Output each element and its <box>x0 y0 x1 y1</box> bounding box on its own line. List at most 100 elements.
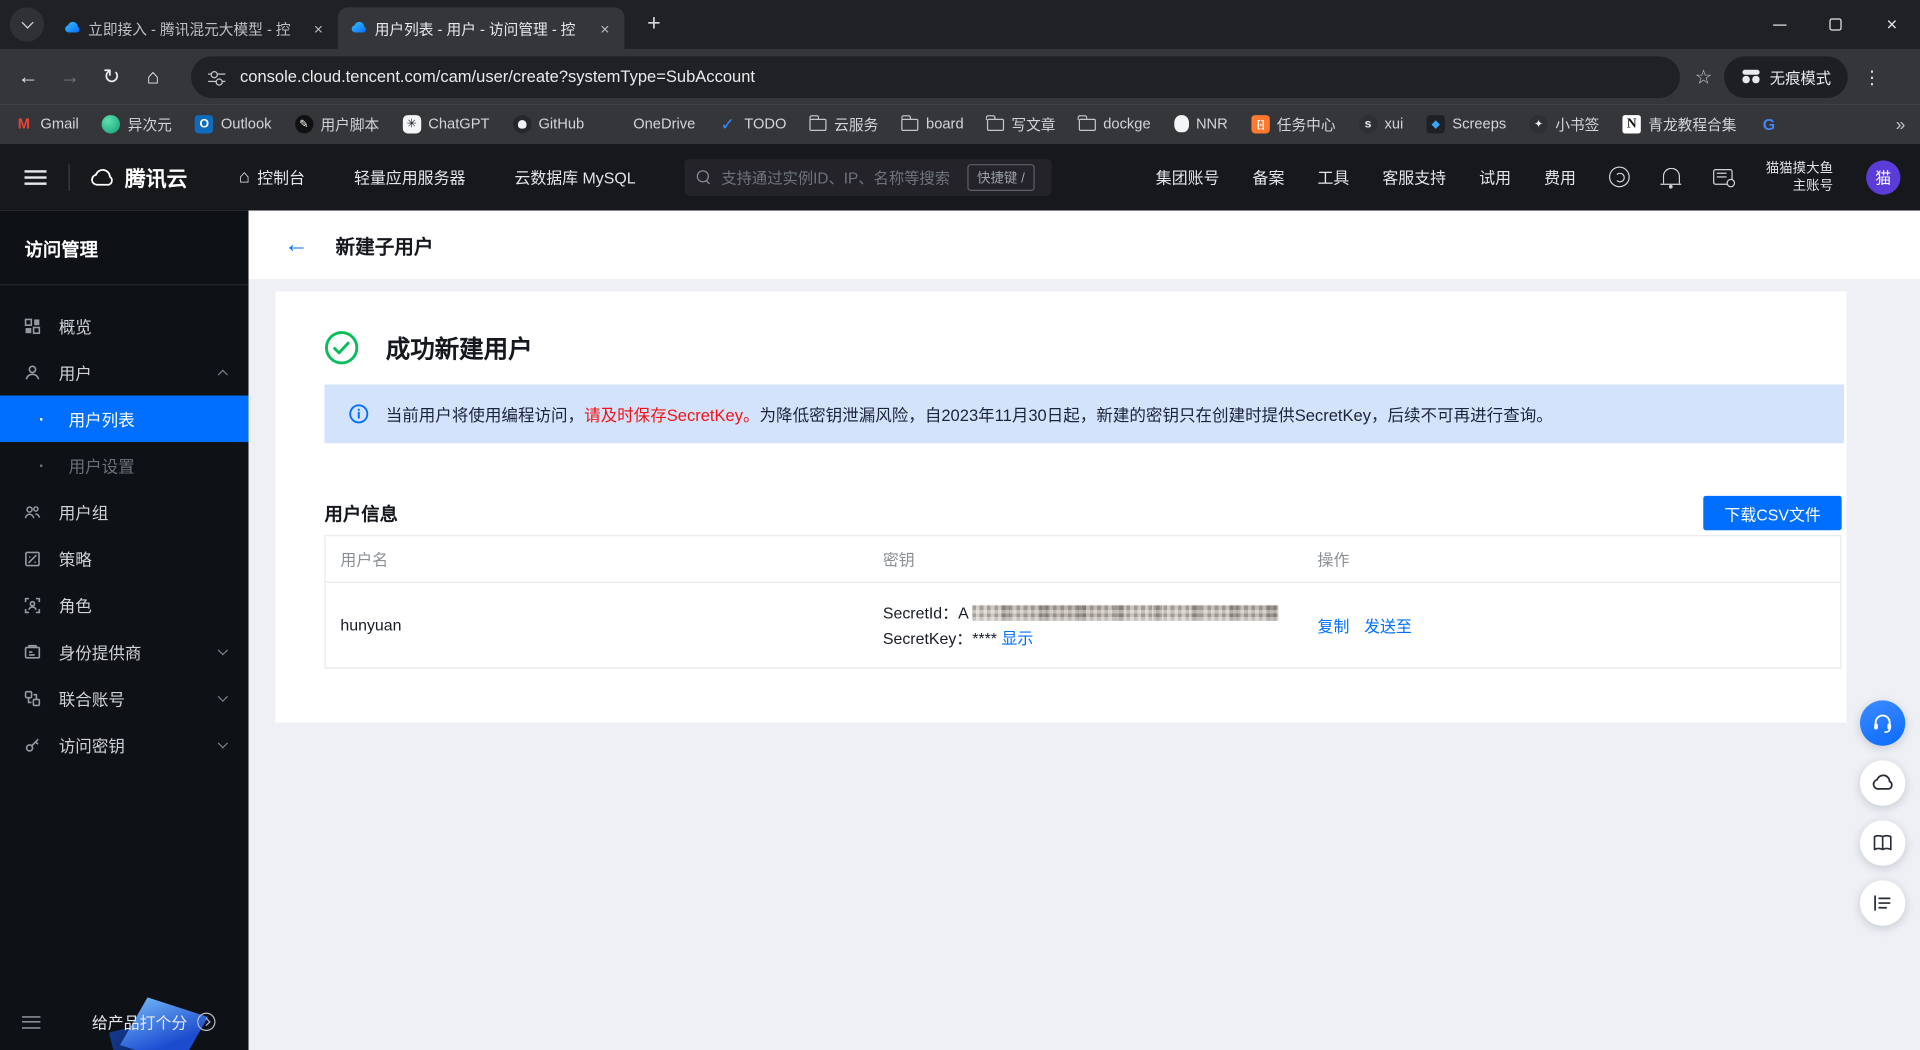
chevron-up-icon <box>217 369 229 380</box>
gem-icon <box>1426 114 1445 133</box>
nav-billing[interactable]: 费用 <box>1544 165 1576 188</box>
bookmarks-overflow-icon[interactable]: » <box>1896 114 1906 134</box>
nav-mysql[interactable]: 云数据库 MySQL <box>514 165 635 188</box>
download-csv-button[interactable]: 下载CSV文件 <box>1703 495 1842 531</box>
reload-icon[interactable]: ↻ <box>91 64 133 88</box>
cloud-assistant-button[interactable] <box>1860 760 1906 806</box>
bookmark-tasks[interactable]: 任务中心 <box>1251 113 1336 134</box>
back-icon[interactable]: ← <box>7 64 49 88</box>
nav-trial[interactable]: 试用 <box>1479 165 1511 188</box>
maximize-button[interactable] <box>1807 0 1863 49</box>
chevron-down-icon <box>217 690 229 702</box>
bookmark-xui[interactable]: xui <box>1358 114 1403 133</box>
sidebar-item-policies[interactable]: 策略 <box>0 535 249 582</box>
rate-product-link[interactable]: 给产品打个分 <box>92 1010 216 1033</box>
send-to-link[interactable]: 发送至 <box>1364 613 1412 636</box>
bookmark-screeps[interactable]: Screeps <box>1426 114 1506 133</box>
back-arrow-icon[interactable]: ← <box>284 233 308 257</box>
nav-org-account[interactable]: 集团账号 <box>1156 165 1220 188</box>
bookmark-gmail[interactable]: Gmail <box>15 114 79 132</box>
address-bar[interactable]: console.cloud.tencent.com/cam/user/creat… <box>191 55 1681 98</box>
sidebar-item-user-settings[interactable]: · 用户设置 <box>0 442 249 489</box>
bookmark-chatgpt[interactable]: ChatGPT <box>402 114 489 133</box>
bookmark-outlook[interactable]: Outlook <box>195 114 271 133</box>
bookmark-folder-dockge[interactable]: dockge <box>1078 115 1151 132</box>
nav-icp[interactable]: 备案 <box>1253 165 1285 188</box>
forward-icon[interactable]: → <box>49 64 91 88</box>
bookmark-star-icon[interactable]: ☆ <box>1695 64 1713 88</box>
folder-icon <box>1078 115 1096 132</box>
floating-toolbar <box>1860 700 1906 926</box>
site-info-icon[interactable] <box>208 70 226 86</box>
minimize-button[interactable] <box>1751 0 1807 49</box>
browser-tab-user-list[interactable]: 用户列表 - 用户 - 访问管理 - 控 × <box>337 7 625 49</box>
feedback-list-icon <box>1874 895 1891 911</box>
headset-icon <box>1874 714 1892 733</box>
voice-assist-icon[interactable] <box>1608 166 1630 188</box>
folder-icon <box>986 115 1005 132</box>
bookmark-bookmarklet[interactable]: 小书签 <box>1529 113 1599 134</box>
sidebar-item-overview[interactable]: 概览 <box>0 302 249 349</box>
tencent-cloud-logo[interactable]: 腾讯云 <box>89 162 187 193</box>
bookmark-google[interactable] <box>1760 114 1786 132</box>
bookmark-folder-board[interactable]: board <box>900 115 964 132</box>
tab-close-icon[interactable]: × <box>309 19 329 37</box>
success-check-icon <box>324 330 359 364</box>
book-icon <box>1873 834 1892 851</box>
products-menu-icon[interactable] <box>24 169 47 185</box>
search-icon <box>696 169 712 185</box>
console-settings-icon[interactable] <box>1713 168 1736 188</box>
sidebar-item-identity-providers[interactable]: 身份提供商 <box>0 628 249 675</box>
account-name: 猫猫摸大鱼 <box>1765 161 1834 176</box>
user-icon <box>22 362 42 382</box>
tab-search-button[interactable] <box>9 7 45 42</box>
browser-tab-hunyuan[interactable]: 立即接入 - 腾讯混元大模型 - 控 × <box>51 7 338 49</box>
console-search-box[interactable]: 支持通过实例ID、IP、名称等搜索 快捷键 / <box>684 158 1052 196</box>
success-title: 成功新建用户 <box>385 336 533 364</box>
bookmark-userscript[interactable]: 用户脚本 <box>294 113 379 134</box>
home-icon[interactable]: ⌂ <box>132 64 174 88</box>
copy-link[interactable]: 复制 <box>1318 613 1350 636</box>
bookmark-todo[interactable]: TODO <box>719 114 786 132</box>
home-icon: ⌂ <box>238 166 250 188</box>
collapse-sidebar-icon[interactable] <box>22 1016 41 1029</box>
bookmark-qinglong[interactable]: 青龙教程合集 <box>1622 113 1736 134</box>
sidebar-item-federated-accounts[interactable]: 联合账号 <box>0 675 249 722</box>
bookmark-github[interactable]: GitHub <box>512 114 584 133</box>
show-secret-link[interactable]: 显示 <box>1001 629 1033 647</box>
avatar[interactable]: 猫 <box>1866 159 1901 195</box>
new-tab-button[interactable]: + <box>637 7 671 41</box>
sidebar-item-access-keys[interactable]: 访问密钥 <box>0 721 249 768</box>
bookmark-folder-cloud[interactable]: 云服务 <box>809 113 878 134</box>
sidebar-item-user-list[interactable]: · 用户列表 <box>0 395 249 443</box>
close-button[interactable]: × <box>1864 0 1920 49</box>
incognito-label: 无痕模式 <box>1769 69 1832 87</box>
bookmark-acg[interactable]: 异次元 <box>102 113 172 134</box>
survey-button[interactable] <box>1860 880 1906 926</box>
identity-card-icon <box>22 642 42 662</box>
info-icon <box>349 404 369 424</box>
tab-close-icon[interactable]: × <box>595 19 615 37</box>
url-text[interactable]: console.cloud.tencent.com/cam/user/creat… <box>240 67 755 85</box>
bell-icon[interactable] <box>1660 167 1682 189</box>
pen-icon <box>294 114 314 133</box>
sidebar-item-users[interactable]: 用户 <box>0 349 249 396</box>
sidebar-item-roles[interactable]: 角色 <box>0 582 249 629</box>
main-content: ← 新建子用户 成功新建用户 当前用户将使用编程访问，请及时保存SecretKe… <box>248 210 1920 1050</box>
secret-key-line: SecretKey：**** 显示 <box>882 628 1034 648</box>
browser-menu-icon[interactable]: ⋮ <box>1863 66 1881 88</box>
link-accounts-icon <box>22 688 42 708</box>
sidebar-item-user-groups[interactable]: 用户组 <box>0 489 249 536</box>
nav-tools[interactable]: 工具 <box>1317 165 1349 188</box>
account-info[interactable]: 猫猫摸大鱼 主账号 <box>1766 160 1833 194</box>
column-header-username: 用户名 <box>340 551 389 570</box>
bookmark-onedrive[interactable]: OneDrive <box>607 114 695 132</box>
bookmark-folder-write[interactable]: 写文章 <box>986 113 1055 134</box>
tencent-cloud-favicon <box>65 21 80 33</box>
nav-lighthouse[interactable]: 轻量应用服务器 <box>354 165 465 188</box>
customer-service-button[interactable] <box>1860 700 1906 746</box>
docs-button[interactable] <box>1860 820 1906 866</box>
bookmark-nnr[interactable]: NNR <box>1173 115 1228 133</box>
nav-support[interactable]: 客服支持 <box>1382 165 1446 188</box>
nav-console[interactable]: ⌂ 控制台 <box>239 165 305 188</box>
